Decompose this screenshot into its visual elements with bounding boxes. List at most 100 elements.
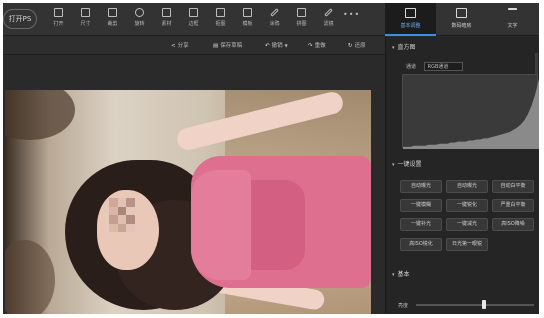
tool-filter-button[interactable]: 滤镜	[315, 5, 342, 34]
redo-label: 重做	[314, 43, 326, 49]
tab-label: 数码暗房	[451, 23, 472, 29]
collapse-icon: ▾	[392, 162, 395, 168]
save-draft-label: 保存草稿	[220, 43, 243, 49]
doodle-icon	[270, 8, 279, 17]
oneclick-button[interactable]: 自动白平衡	[492, 180, 534, 193]
action-bar: < 分享 ▤ 保存草稿 ↶ 撤销 ▼ ↷ 重做 ↻ 还原	[3, 37, 385, 55]
section-title-text: 直方图	[397, 44, 416, 51]
oneclick-section-title[interactable]: ▾ 一键设置	[392, 159, 422, 168]
tool-material-button[interactable]: 素材	[153, 5, 180, 34]
canvas-area[interactable]	[3, 56, 385, 314]
tool-doodle-button[interactable]: 涂鸦	[261, 5, 288, 34]
border-icon	[189, 8, 198, 17]
restore-icon: ↻	[348, 43, 353, 49]
tool-label: 旋转	[134, 21, 145, 27]
top-toolbar: 打开PS 打开 尺寸 裁剪 旋转 素材 边框 抠图 模板 涂鸦 拼图 滤镜 ••…	[3, 3, 539, 36]
open-ps-button[interactable]: 打开PS	[3, 9, 37, 29]
tool-label: 滤镜	[323, 21, 334, 27]
share-icon: <	[171, 43, 176, 49]
chevron-down-icon: ▼	[284, 43, 288, 48]
redo-icon: ↷	[308, 43, 313, 49]
tool-label: 裁剪	[107, 21, 118, 27]
tab-text[interactable]: 文字	[487, 3, 538, 36]
tool-label: 素材	[161, 21, 172, 27]
brightness-label: 亮度	[398, 303, 409, 309]
collage-icon	[297, 8, 306, 17]
tool-cutout-button[interactable]: 抠图	[207, 5, 234, 34]
basic-section-title[interactable]: ▾ 基本	[392, 269, 410, 278]
tool-template-button[interactable]: 模板	[234, 5, 261, 34]
tool-label: 涂鸦	[269, 21, 280, 27]
app-window: 打开PS 打开 尺寸 裁剪 旋转 素材 边框 抠图 模板 涂鸦 拼图 滤镜 ••…	[3, 3, 539, 314]
undo-label: 撤销	[271, 43, 283, 49]
oneclick-button[interactable]: 一键锐化	[446, 199, 488, 212]
face-mosaic	[109, 198, 135, 232]
channel-select[interactable]: RGB通道	[423, 62, 464, 71]
undo-icon: ↶	[265, 43, 270, 49]
oneclick-button[interactable]: 严重白平衡	[492, 199, 534, 212]
tool-open-button[interactable]: 打开	[45, 5, 72, 34]
section-title-text: 基本	[397, 271, 410, 278]
section-title-text: 一键设置	[397, 161, 422, 168]
adjust-panel: ▾ 直方图 通道 RGB通道 ▾ 一键设置 自动曝光 自动曝光 自动白平衡 一键模糊 一键锐…	[385, 37, 539, 314]
photo-tree-shadow	[5, 240, 55, 314]
histogram	[402, 74, 539, 149]
undo-button[interactable]: ↶ 撤销 ▼	[265, 41, 288, 49]
restore-button[interactable]: ↻ 还原	[348, 41, 366, 49]
right-tab-bar: 基本调整 数码暗房 文字	[385, 3, 539, 36]
save-icon: ▤	[213, 43, 219, 49]
tool-label: 边框	[188, 21, 199, 27]
tool-label: 抠图	[215, 21, 226, 27]
filter-icon	[324, 8, 333, 17]
more-tools-button[interactable]: •••	[343, 10, 360, 19]
redo-button[interactable]: ↷ 重做	[308, 41, 326, 49]
tool-resize-button[interactable]: 尺寸	[72, 5, 99, 34]
channel-row: 通道 RGB通道	[406, 62, 464, 71]
text-icon	[508, 8, 517, 18]
tool-crop-button[interactable]: 裁剪	[99, 5, 126, 34]
channel-label: 通道	[406, 64, 417, 70]
share-label: 分享	[177, 43, 189, 49]
camera-icon	[456, 8, 467, 18]
oneclick-button[interactable]: 一键模糊	[400, 199, 442, 212]
tool-border-button[interactable]: 边框	[180, 5, 207, 34]
tool-rotate-button[interactable]: 旋转	[126, 5, 153, 34]
oneclick-button[interactable]: 高ISO锐化	[400, 238, 442, 251]
photo-bodice	[191, 170, 251, 280]
save-draft-button[interactable]: ▤ 保存草稿	[213, 41, 242, 49]
photo-tree-shadow	[5, 90, 75, 140]
tool-label: 拼图	[296, 21, 307, 27]
collapse-icon: ▾	[392, 45, 395, 51]
resize-icon	[81, 8, 90, 17]
tool-label: 模板	[242, 21, 253, 27]
tab-label: 文字	[507, 23, 518, 29]
oneclick-button[interactable]: 一键减光	[446, 218, 488, 231]
tab-basic-adjust[interactable]: 基本调整	[385, 3, 436, 36]
tool-label: 打开	[53, 21, 64, 27]
brightness-slider-track[interactable]	[416, 304, 534, 306]
tool-group: 打开 尺寸 裁剪 旋转 素材 边框 抠图 模板 涂鸦 拼图 滤镜	[45, 5, 342, 34]
histogram-section-title[interactable]: ▾ 直方图	[392, 42, 416, 51]
brightness-slider-thumb[interactable]	[482, 300, 487, 309]
oneclick-button[interactable]: 一键补光	[400, 218, 442, 231]
histogram-chart	[403, 79, 539, 149]
rotate-icon	[135, 8, 144, 17]
material-icon	[162, 8, 171, 17]
crop-icon	[108, 8, 117, 17]
tab-label: 基本调整	[400, 23, 421, 29]
share-button[interactable]: < 分享	[171, 41, 189, 49]
adjust-icon	[405, 8, 416, 18]
oneclick-button[interactable]: 日光第一眼锐	[446, 238, 488, 251]
oneclick-button[interactable]: 高ISO降噪	[492, 218, 534, 231]
tool-label: 尺寸	[80, 21, 91, 27]
photo[interactable]	[5, 90, 371, 314]
oneclick-button[interactable]: 自动曝光	[400, 180, 442, 193]
tool-collage-button[interactable]: 拼图	[288, 5, 315, 34]
cutout-icon	[216, 8, 225, 17]
tab-darkroom[interactable]: 数码暗房	[436, 3, 487, 36]
histogram-area	[403, 79, 539, 149]
restore-label: 还原	[354, 43, 366, 49]
oneclick-button[interactable]: 自动曝光	[446, 180, 488, 193]
template-icon	[243, 8, 252, 17]
open-icon	[54, 8, 63, 17]
